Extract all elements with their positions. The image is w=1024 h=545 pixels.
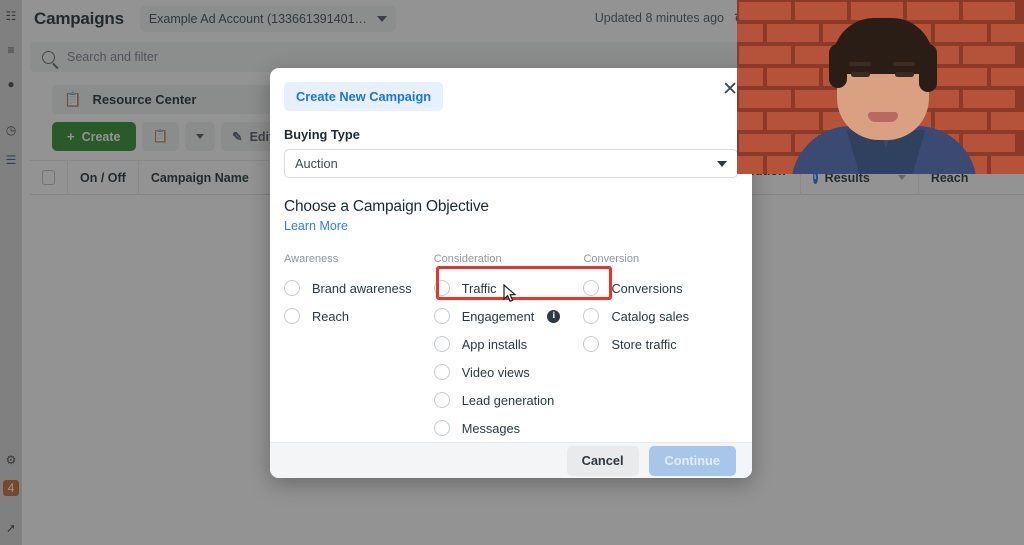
modal-body: Create New Campaign ✕ Buying Type Auctio… [270,68,752,442]
radio-icon[interactable] [433,392,450,408]
objective-option-label: Messages [461,420,521,436]
chevron-down-icon [717,160,727,167]
close-icon[interactable]: ✕ [722,80,738,99]
objective-option-brand-awareness[interactable]: Brand awareness [284,274,434,302]
buying-type-label: Buying Type [284,127,360,142]
radio-icon[interactable] [284,308,300,324]
presenter-mouth [868,112,898,122]
objective-option-catalog-sales[interactable]: Catalog sales [583,302,738,330]
objective-option-app-installs[interactable]: App installs [433,330,584,358]
objective-option-engagement[interactable]: Engagement i [433,302,584,330]
objective-option-reach[interactable]: Reach [284,302,434,330]
radio-icon[interactable] [583,308,600,324]
info-icon[interactable]: i [547,309,561,323]
objective-option-video-views[interactable]: Video views [433,358,584,386]
objective-option-label: App installs [461,336,528,352]
presenter-brow-right [893,62,915,66]
cancel-button[interactable]: Cancel [566,445,639,476]
objective-option-label: Conversions [611,280,683,296]
objective-option-messages[interactable]: Messages [433,414,584,442]
column-heading-consideration: Consideration [433,253,502,265]
objective-option-store-traffic[interactable]: Store traffic [583,330,738,358]
objective-column-awareness: Awareness Brand awareness Reach [284,253,434,442]
radio-icon[interactable] [433,336,450,352]
radio-icon[interactable] [433,308,450,324]
annotation-highlight-box [436,266,612,300]
objective-option-label: Store traffic [611,336,677,352]
buying-type-select[interactable]: Auction [284,149,738,178]
continue-button[interactable]: Continue [648,445,736,476]
mouse-cursor-icon [503,284,517,303]
objective-option-label: Video views [461,364,530,380]
objective-title: Choose a Campaign Objective [284,198,489,215]
presenter-hair-right [919,44,937,92]
presenter-eye-left [851,72,870,77]
screen-root: ☷ ≡ ● ◷ ☰ ⚙ 4 ➚ Campaigns Example Ad Acc… [0,0,1024,545]
column-heading-awareness: Awareness [284,253,339,265]
objective-option-label: Engagement [461,308,535,324]
objective-option-lead-generation[interactable]: Lead generation [433,386,584,414]
tab-create-new-campaign[interactable]: Create New Campaign [284,82,444,111]
objective-option-label: Catalog sales [611,308,689,324]
radio-icon[interactable] [284,280,300,296]
objective-option-label: Brand awareness [312,280,412,296]
radio-icon[interactable] [433,364,450,380]
objective-option-label: Lead generation [461,392,555,408]
presenter-eye-right [895,72,914,77]
objective-option-label: Reach [312,308,349,324]
presenter-hair-left [829,44,847,88]
buying-type-value: Auction [295,156,338,171]
learn-more-link[interactable]: Learn More [284,219,738,233]
modal-footer: Cancel Continue [270,442,752,478]
presenter-brow-left [849,62,871,66]
radio-icon[interactable] [433,420,450,436]
column-heading-conversion: Conversion [583,253,640,265]
radio-icon[interactable] [583,336,600,352]
presenter-webcam-overlay [737,0,1024,174]
